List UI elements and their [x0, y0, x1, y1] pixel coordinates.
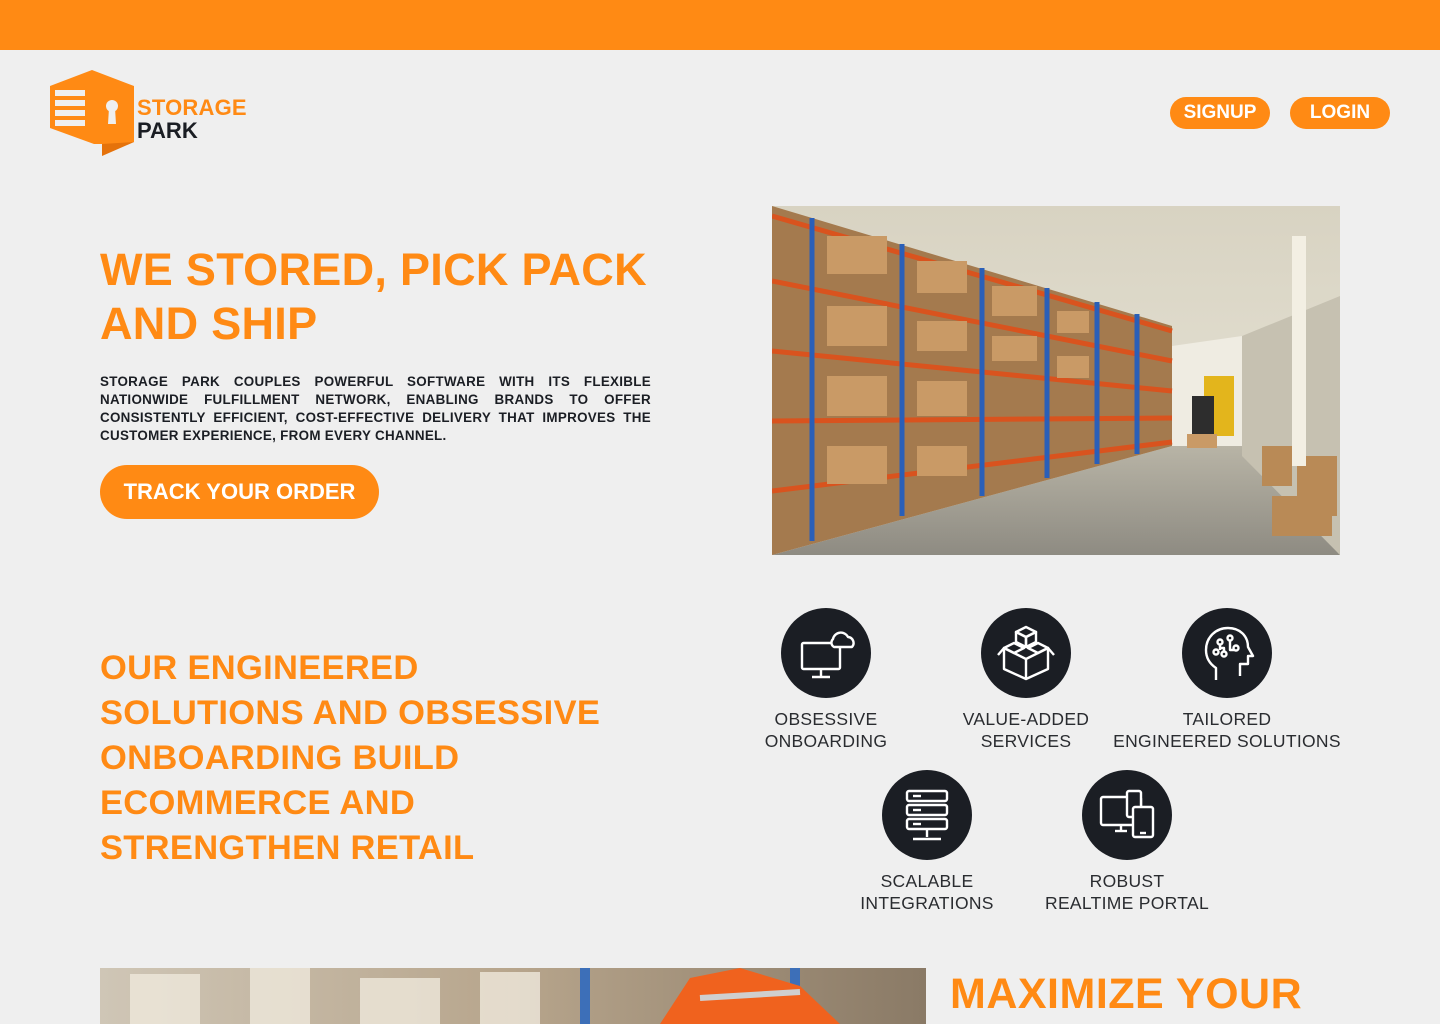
solutions-title: OUR ENGINEERED SOLUTIONS AND OBSESSIVE O…: [100, 649, 601, 867]
signup-button[interactable]: SIGNUP: [1170, 97, 1270, 129]
feature-label-line1: ROBUST: [1089, 871, 1165, 891]
feature-robust-realtime-portal: ROBUST REALTIME PORTAL: [1007, 770, 1247, 914]
brain-circuit-icon: [1182, 608, 1272, 698]
brand-name-line2: PARK: [137, 118, 198, 143]
login-button[interactable]: LOGIN: [1290, 97, 1390, 129]
brand-logo[interactable]: STORAGE PARK: [48, 68, 258, 160]
top-accent-bar: [0, 0, 1440, 50]
section-title-maximize: MAXIMIZE YOUR: [950, 970, 1303, 1018]
warehouse-photo: [772, 206, 1340, 555]
feature-label-line1: TAILORED: [1182, 709, 1272, 729]
server-stack-icon: [882, 770, 972, 860]
boxes-icon: [981, 608, 1071, 698]
worker-photo: [100, 968, 926, 1024]
track-order-button[interactable]: TRACK YOUR ORDER: [100, 465, 379, 519]
monitor-cloud-icon: [781, 608, 871, 698]
feature-label-line2: ENGINEERED SOLUTIONS: [1113, 731, 1341, 751]
feature-tailored-engineered-solutions: TAILORED ENGINEERED SOLUTIONS: [1107, 608, 1347, 752]
warehouse-logo-icon: [50, 70, 134, 156]
feature-label-line2: REALTIME PORTAL: [1045, 893, 1209, 913]
hero-title: WE STORED, PICK PACK AND SHIP: [100, 244, 647, 349]
devices-icon: [1082, 770, 1172, 860]
hero-description: STORAGE PARK COUPLES POWERFUL SOFTWARE W…: [100, 374, 651, 443]
